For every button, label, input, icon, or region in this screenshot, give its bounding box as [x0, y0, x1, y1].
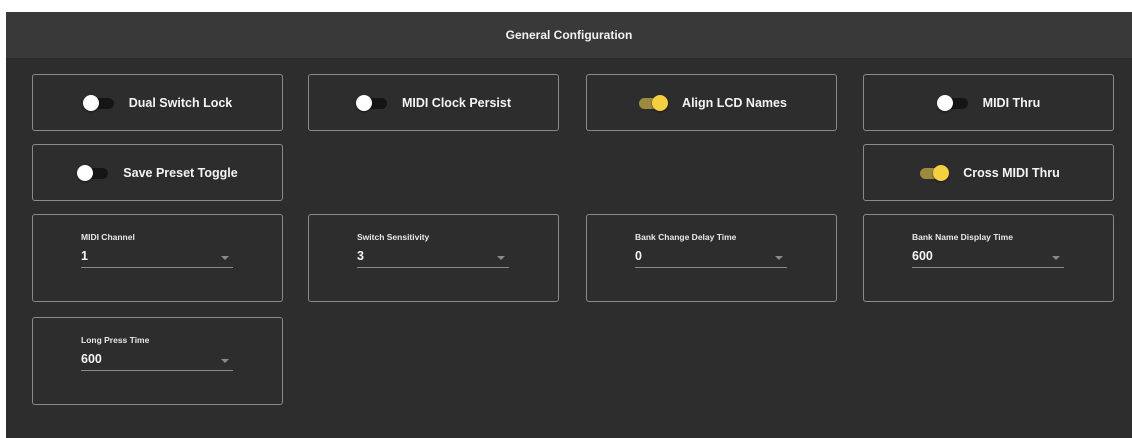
select-value: 600	[81, 352, 102, 366]
toggle-cross-midi-thru[interactable]: Cross MIDI Thru	[863, 144, 1114, 201]
select-bank-change-delay-time: Bank Change Delay Time 0	[586, 214, 837, 302]
toggle-label: Cross MIDI Thru	[963, 165, 1060, 180]
select-label: MIDI Channel	[81, 232, 135, 242]
select-long-press-time: Long Press Time 600	[32, 317, 283, 405]
toggle-midi-thru[interactable]: MIDI Thru	[863, 74, 1114, 131]
chevron-down-icon[interactable]	[775, 256, 783, 260]
select-label: Bank Change Delay Time	[635, 232, 737, 242]
toggle-switch[interactable]	[917, 164, 950, 181]
select-switch-sensitivity: Switch Sensitivity 3	[308, 214, 559, 302]
chevron-down-icon[interactable]	[221, 256, 229, 260]
chevron-down-icon[interactable]	[221, 359, 229, 363]
select-field[interactable]: 3	[357, 245, 509, 268]
panel-title: General Configuration	[505, 28, 633, 42]
select-label: Long Press Time	[81, 335, 150, 345]
toggle-label: MIDI Clock Persist	[401, 95, 512, 110]
toggle-dual-switch-lock[interactable]: Dual Switch Lock	[32, 74, 283, 131]
select-value: 600	[912, 249, 933, 263]
select-midi-channel: MIDI Channel 1	[32, 214, 283, 302]
toggle-switch[interactable]	[82, 94, 115, 111]
toggle-switch[interactable]	[636, 94, 669, 111]
select-label: Switch Sensitivity	[357, 232, 430, 242]
select-label: Bank Name Display Time	[912, 232, 1013, 242]
chevron-down-icon[interactable]	[497, 256, 505, 260]
toggle-switch[interactable]	[936, 94, 969, 111]
select-value: 0	[635, 249, 642, 263]
select-value: 3	[357, 249, 364, 263]
toggle-label: Align LCD Names	[682, 95, 787, 110]
select-value: 1	[81, 249, 88, 263]
toggle-label: MIDI Thru	[982, 95, 1041, 110]
toggle-switch[interactable]	[77, 164, 109, 181]
select-field[interactable]: 600	[912, 245, 1064, 268]
toggle-save-preset-toggle[interactable]: Save Preset Toggle	[32, 144, 283, 201]
panel-header: General Configuration	[6, 12, 1132, 59]
select-field[interactable]: 600	[81, 348, 233, 371]
general-configuration-panel: General Configuration Dual Switch Lock M…	[6, 12, 1132, 438]
chevron-down-icon[interactable]	[1052, 256, 1060, 260]
select-field[interactable]: 0	[635, 245, 787, 268]
select-field[interactable]: 1	[81, 245, 233, 268]
toggle-align-lcd-names[interactable]: Align LCD Names	[586, 74, 837, 131]
toggle-label: Dual Switch Lock	[128, 95, 233, 110]
select-bank-name-display-time: Bank Name Display Time 600	[863, 214, 1114, 302]
toggle-midi-clock-persist[interactable]: MIDI Clock Persist	[308, 74, 559, 131]
toggle-switch[interactable]	[355, 94, 388, 111]
toggle-label: Save Preset Toggle	[123, 165, 238, 180]
